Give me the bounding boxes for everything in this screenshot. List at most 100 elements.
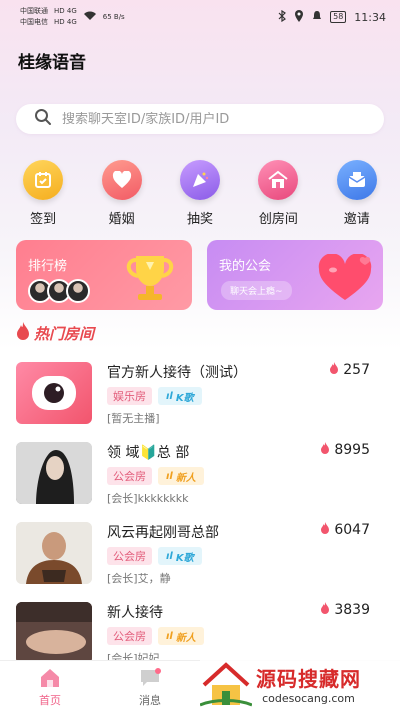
- room-row[interactable]: 风云再起刚哥总部 6047 公会房 ıl K歌 [会长]艾，静: [0, 512, 400, 592]
- room-name: 官方新人接待（测试）: [107, 365, 247, 381]
- quick-action-label: 创房间: [258, 212, 298, 227]
- watermark-title: 源码搜藏网: [256, 666, 361, 691]
- room-host: [暂无主播]: [107, 412, 160, 425]
- carrier-2: 中国电信: [20, 18, 48, 26]
- clock: 11:34: [354, 10, 386, 24]
- room-cover: [16, 362, 92, 424]
- room-badge-label: K歌: [175, 552, 194, 564]
- hot-rooms-heading: 热门房间: [16, 322, 94, 344]
- room-popularity: 8995: [320, 442, 370, 458]
- avatar: [66, 279, 90, 303]
- flame-icon: [320, 602, 330, 618]
- search-bar[interactable]: [16, 104, 384, 134]
- flame-icon: [16, 322, 30, 344]
- quick-action-lottery[interactable]: 抽奖: [168, 160, 232, 227]
- guild-slogan: 聊天会上瘾~: [221, 281, 292, 300]
- equalizer-icon: ıl: [166, 550, 173, 562]
- avatar-photo: [16, 442, 92, 504]
- room-badge-label: K歌: [175, 392, 194, 404]
- quick-action-sign-in[interactable]: 签到: [11, 160, 75, 227]
- guild-title: 我的公会: [219, 259, 272, 274]
- room-cover: [16, 522, 92, 584]
- room-badge: ıl K歌: [158, 547, 202, 565]
- equalizer-icon: ıl: [166, 390, 173, 402]
- app-title: 桂缘语音: [18, 53, 86, 73]
- envelope-icon: [336, 160, 377, 200]
- bell-off-icon: [312, 10, 322, 25]
- quick-action-label: 婚姻: [108, 212, 135, 227]
- room-badge-label: 新人: [175, 472, 196, 484]
- room-name: 领 域🔰总 部: [107, 445, 190, 461]
- room-tags: 公会房 ıl K歌: [107, 547, 202, 565]
- room-host: [会长]艾，静: [107, 572, 171, 585]
- calendar-check-icon: [23, 160, 64, 200]
- quick-action-label: 邀请: [343, 212, 370, 227]
- network-2: HD 4G: [54, 18, 77, 26]
- room-badge: ıl 新人: [158, 627, 204, 645]
- tab-messages-label: 消息: [139, 694, 161, 707]
- popularity-count: 3839: [334, 602, 370, 618]
- my-guild-card[interactable]: 我的公会 聊天会上瘾~: [207, 240, 383, 310]
- room-cover: [16, 442, 92, 504]
- location-icon: [294, 9, 304, 25]
- quick-action-invite[interactable]: 邀请: [325, 160, 389, 227]
- battery-indicator: 58: [330, 11, 347, 23]
- leaderboard-title: 排行榜: [28, 259, 68, 274]
- room-row[interactable]: 官方新人接待（测试） 257 娱乐房 ıl K歌 [暂无主播]: [0, 352, 400, 432]
- room-type-tag: 公会房: [107, 467, 152, 485]
- equalizer-icon: ıl: [166, 470, 173, 482]
- eye-logo-icon: [32, 376, 76, 410]
- quick-action-marriage[interactable]: 婚姻: [90, 160, 154, 227]
- room-row[interactable]: 领 域🔰总 部 8995 公会房 ıl 新人 [会长]kkkkkkkk: [0, 432, 400, 512]
- room-badge-label: 新人: [175, 632, 196, 644]
- heart-icon: [101, 160, 142, 200]
- house-icon: [258, 160, 299, 200]
- room-name: 新人接待: [107, 605, 163, 621]
- watermark-house-logo: [200, 661, 252, 706]
- popularity-count: 257: [343, 362, 370, 378]
- leaderboard-card[interactable]: 排行榜: [16, 240, 192, 310]
- flame-icon: [320, 442, 330, 458]
- party-popper-icon: [179, 160, 220, 200]
- popularity-count: 6047: [334, 522, 370, 538]
- flame-icon: [329, 362, 339, 378]
- room-list: 官方新人接待（测试） 257 娱乐房 ıl K歌 [暂无主播] 领 域🔰总 部 …: [0, 352, 400, 672]
- room-popularity: 3839: [320, 602, 370, 618]
- hot-rooms-title: 热门房间: [34, 324, 95, 343]
- room-popularity: 257: [329, 362, 370, 378]
- quick-action-label: 抽奖: [186, 212, 213, 227]
- net-speed: 65 B/s: [102, 12, 125, 21]
- room-tags: 公会房 ıl 新人: [107, 627, 204, 645]
- equalizer-icon: ıl: [166, 630, 173, 642]
- network-1: HD 4G: [54, 7, 77, 15]
- leaderboard-avatars: [28, 279, 90, 303]
- room-tags: 娱乐房 ıl K歌: [107, 387, 202, 405]
- flame-icon: [320, 522, 330, 538]
- watermark-url: codesocang.com: [262, 691, 355, 705]
- tab-home[interactable]: 首页: [0, 661, 100, 711]
- tab-home-label: 首页: [39, 694, 61, 707]
- quick-action-label: 签到: [30, 212, 57, 227]
- room-type-tag: 公会房: [107, 627, 152, 645]
- room-type-tag: 娱乐房: [107, 387, 152, 405]
- avatar-photo: [16, 602, 92, 664]
- wifi-icon: [83, 11, 97, 24]
- room-name: 风云再起刚哥总部: [107, 525, 219, 541]
- watermark: 源码搜藏网 codesocang.com: [200, 656, 400, 711]
- quick-action-create-room[interactable]: 创房间: [246, 160, 310, 227]
- room-type-tag: 公会房: [107, 547, 152, 565]
- room-popularity: 6047: [320, 522, 370, 538]
- room-badge: ıl K歌: [158, 387, 202, 405]
- room-badge: ıl 新人: [158, 467, 204, 485]
- home-icon: [41, 669, 59, 687]
- heart-icon: [318, 254, 372, 300]
- search-input[interactable]: [62, 111, 362, 127]
- avatar-photo: [16, 522, 92, 584]
- room-host: [会长]kkkkkkkk: [107, 492, 189, 505]
- popularity-count: 8995: [334, 442, 370, 458]
- carrier-1: 中国联通: [20, 7, 48, 15]
- quick-actions: 签到 婚姻 抽奖 创房间 邀请: [0, 160, 400, 227]
- tab-messages[interactable]: 消息: [100, 661, 200, 711]
- bluetooth-icon: [278, 9, 287, 25]
- room-tags: 公会房 ıl 新人: [107, 467, 204, 485]
